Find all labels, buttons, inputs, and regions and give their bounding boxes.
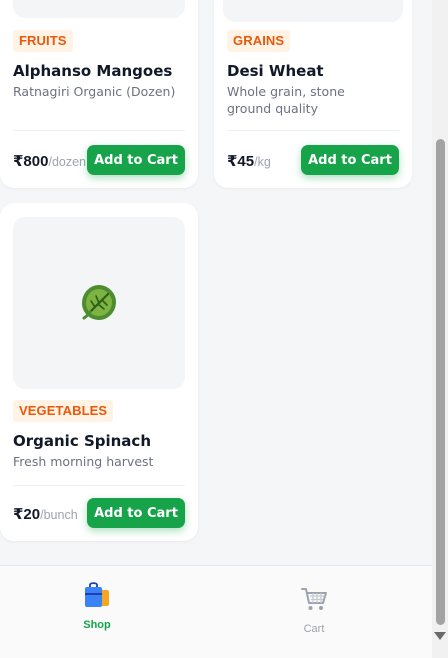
divider xyxy=(227,130,399,131)
price-value: ₹45 xyxy=(227,153,255,170)
add-to-cart-button[interactable]: Add to Cart xyxy=(301,145,399,175)
bottom-navigation: Shop Cart xyxy=(0,565,432,658)
product-name: Desi Wheat xyxy=(227,62,324,80)
nav-item-cart[interactable]: Cart xyxy=(274,584,354,635)
product-card: FRUITS Alphanso Mangoes Ratnagiri Organi… xyxy=(0,0,198,188)
price-unit: /bunch xyxy=(40,508,78,522)
category-badge: FRUITS xyxy=(13,30,73,52)
nav-label: Cart xyxy=(303,623,325,635)
product-price: ₹45/kg xyxy=(227,152,271,170)
product-grid-viewport[interactable]: FRUITS Alphanso Mangoes Ratnagiri Organi… xyxy=(0,0,432,658)
divider xyxy=(13,485,185,486)
product-description: Fresh morning harvest xyxy=(13,454,154,469)
vertical-scrollbar[interactable] xyxy=(432,0,448,658)
product-description: Ratnagiri Organic (Dozen) xyxy=(13,84,176,99)
price-unit: /dozen xyxy=(48,155,86,169)
product-image-area xyxy=(223,0,403,22)
category-badge: GRAINS xyxy=(227,30,291,52)
nav-label: Shop xyxy=(83,619,111,631)
category-badge: VEGETABLES xyxy=(13,400,114,422)
price-unit: /kg xyxy=(254,155,271,169)
product-card: GRAINS Desi Wheat Whole grain, stone gro… xyxy=(214,0,412,188)
product-price: ₹20/bunch xyxy=(13,505,78,523)
price-value: ₹800 xyxy=(13,153,49,170)
leafy-green-icon xyxy=(82,285,116,320)
scroll-down-arrow-icon[interactable] xyxy=(434,632,446,640)
shopping-bags-icon xyxy=(85,582,109,607)
shopping-cart-icon xyxy=(301,588,327,610)
product-card: VEGETABLES Organic Spinach Fresh morning… xyxy=(0,203,198,541)
add-to-cart-button[interactable]: Add to Cart xyxy=(87,498,185,528)
product-price: ₹800/dozen xyxy=(13,152,86,170)
product-image-area xyxy=(13,217,185,389)
add-to-cart-button[interactable]: Add to Cart xyxy=(87,145,185,175)
price-value: ₹20 xyxy=(13,506,41,523)
product-name: Organic Spinach xyxy=(13,432,151,450)
product-description: Whole grain, stone ground quality xyxy=(227,84,345,116)
divider xyxy=(13,130,185,131)
product-image-area xyxy=(13,0,185,18)
product-name: Alphanso Mangoes xyxy=(13,62,173,80)
scrollbar-thumb[interactable] xyxy=(436,139,445,625)
nav-item-shop[interactable]: Shop xyxy=(57,580,137,631)
